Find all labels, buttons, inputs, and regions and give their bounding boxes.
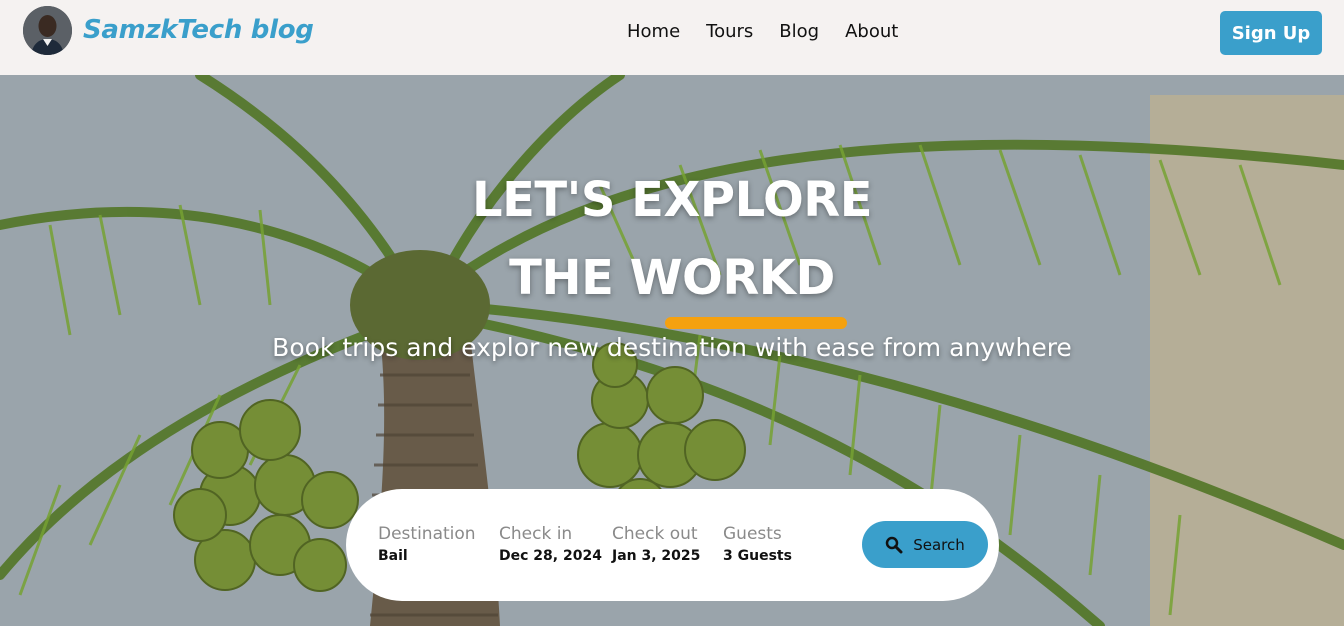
avatar[interactable] [23,6,72,55]
nav-about[interactable]: About [845,21,898,42]
sign-up-button[interactable]: Sign Up [1220,11,1322,55]
destination-field[interactable]: Destination Bail [378,524,476,564]
check-in-label: Check in [499,524,573,544]
title-underline [665,317,847,329]
destination-label: Destination [378,524,476,544]
check-out-field[interactable]: Check out Jan 3, 2025 [612,524,700,564]
destination-value[interactable]: Bail [378,548,476,564]
hero-title-line-1: LET'S EXPLORE [472,172,873,228]
navbar: SamzkTech blog Home Tours Blog About Sig… [0,0,1344,75]
search-button[interactable]: Search [862,521,988,568]
hero-title-line-2: THE WORKD [509,250,835,306]
nav-home[interactable]: Home [627,21,680,42]
main-nav: Home Tours Blog About [627,21,924,42]
hero-section: LET'S EXPLORE THE WORKD Book trips and e… [0,75,1344,626]
check-out-value[interactable]: Jan 3, 2025 [612,548,700,564]
brand-name[interactable]: SamzkTech blog [83,15,314,45]
search-icon [885,536,903,554]
check-in-field[interactable]: Check in Dec 28, 2024 [499,524,602,564]
booking-search-panel: Destination Bail Check in Dec 28, 2024 C… [346,489,999,601]
hero-subtitle: Book trips and explor new destination wi… [272,333,1072,362]
nav-blog[interactable]: Blog [779,21,819,42]
guests-value[interactable]: 3 Guests [723,548,792,564]
check-in-value[interactable]: Dec 28, 2024 [499,548,602,564]
check-out-label: Check out [612,524,698,544]
search-button-label: Search [913,535,965,554]
guests-label: Guests [723,524,782,544]
guests-field[interactable]: Guests 3 Guests [723,524,792,564]
nav-tours[interactable]: Tours [706,21,753,42]
